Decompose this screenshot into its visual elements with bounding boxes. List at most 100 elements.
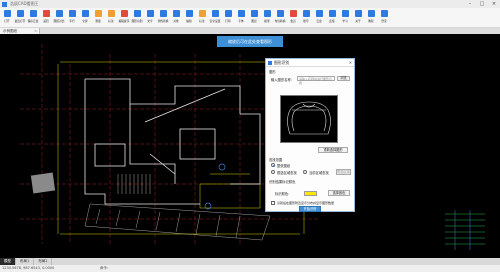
toolbar-label: 布局转换 bbox=[275, 19, 286, 23]
dialog-title-bar: 图形识别 × bbox=[266, 59, 354, 67]
toolbar-icon bbox=[95, 10, 102, 17]
toolbar-button-14[interactable]: 编辑 bbox=[183, 8, 196, 28]
toolbar-button-23[interactable]: 账号 bbox=[300, 8, 313, 28]
toolbar-label: 教程 bbox=[368, 19, 375, 23]
toolbar-icon bbox=[173, 10, 180, 17]
toolbar-label: 编辑提示 bbox=[119, 19, 130, 23]
status-bar: 1234.5678, 987.6543, 0.0000 命令: bbox=[0, 265, 500, 272]
toolbar-button-11[interactable]: 文字 bbox=[144, 8, 157, 28]
toolbar-button-29[interactable]: 登录 bbox=[378, 8, 391, 28]
toolbar-icon bbox=[199, 10, 206, 17]
toolbar-label: 云盘 bbox=[316, 19, 323, 23]
toolbar-button-1[interactable]: 最近打开 bbox=[14, 8, 27, 28]
toolbar-icon bbox=[303, 10, 310, 17]
toolbar-icon bbox=[134, 10, 141, 17]
toolbar-icon bbox=[17, 10, 24, 17]
toolbar-label: 会员 bbox=[290, 19, 297, 23]
toolbar-button-12[interactable]: 查找替换 bbox=[157, 8, 170, 28]
toolbar-icon bbox=[121, 10, 128, 17]
range-section-label: 查找范围 bbox=[269, 158, 283, 162]
close-icon[interactable]: × bbox=[488, 0, 500, 8]
layout-tab-strip: 模型 布局1 布局2 bbox=[0, 258, 500, 265]
toolbar-icon bbox=[368, 10, 375, 17]
toolbar-button-6[interactable]: 全屏 bbox=[79, 8, 92, 28]
shape-name-label: 输入图形名称： bbox=[271, 78, 295, 82]
shape-name-input[interactable]: 请输入名称并进行图形识别 bbox=[297, 76, 335, 85]
window-controls: – □ × bbox=[464, 0, 500, 8]
toolbar-icon bbox=[108, 10, 115, 17]
window-title: 浩辰CAD看图王 bbox=[10, 1, 39, 6]
toolbar-label: 标注 bbox=[199, 19, 206, 23]
reselect-shape-button[interactable]: 重新选择图形 bbox=[318, 147, 348, 153]
drawing-canvas[interactable] bbox=[0, 34, 500, 258]
toolbar-button-25[interactable]: 反馈 bbox=[326, 8, 339, 28]
choose-color-button[interactable]: 选择颜色 bbox=[328, 190, 350, 196]
toolbar-button-28[interactable]: 教程 bbox=[365, 8, 378, 28]
toolbar-button-8[interactable]: 标注 bbox=[105, 8, 118, 28]
toolbar-button-18[interactable]: 字体 bbox=[235, 8, 248, 28]
marker-color-swatch[interactable] bbox=[304, 191, 317, 196]
range-all-label: 整张图纸 bbox=[277, 164, 291, 168]
toolbar-button-15[interactable]: 标注 bbox=[196, 8, 209, 28]
toolbar-icon bbox=[355, 10, 362, 17]
toolbar-label: 打印 bbox=[225, 19, 232, 23]
tab-layout-2[interactable]: 布局2 bbox=[34, 258, 53, 265]
toolbar-label: 编辑 bbox=[186, 19, 193, 23]
toolbar-button-24[interactable]: 云盘 bbox=[313, 8, 326, 28]
toolbar-icon bbox=[290, 10, 297, 17]
toolbar-button-10[interactable]: 图形识别 bbox=[131, 8, 144, 28]
toolbar-button-5[interactable]: 平行 bbox=[66, 8, 79, 28]
toolbar-button-16[interactable]: 安全设置 bbox=[209, 8, 222, 28]
hint-banner: 缩放后可在此处查看图形 bbox=[217, 36, 283, 47]
toolbar-label: 登录 bbox=[381, 19, 388, 23]
toolbar-button-2[interactable]: 保存云盘 bbox=[27, 8, 40, 28]
toolbar-label: 返回 bbox=[43, 19, 50, 23]
toolbar-icon bbox=[82, 10, 89, 17]
toolbar-button-0[interactable]: 打开 bbox=[1, 8, 14, 28]
range-window-radio[interactable] bbox=[271, 170, 275, 174]
toolbar-label: 打开 bbox=[4, 19, 11, 23]
toolbar-button-22[interactable]: 会员 bbox=[287, 8, 300, 28]
app-logo-icon bbox=[2, 1, 7, 7]
toolbar-button-4[interactable]: 图纸对比 bbox=[53, 8, 66, 28]
toolbar-label: 图纸对比 bbox=[54, 19, 65, 23]
toolbar-button-3[interactable]: 返回 bbox=[40, 8, 53, 28]
toolbar-icon bbox=[251, 10, 258, 17]
toolbar-button-20[interactable]: 模型 bbox=[261, 8, 274, 28]
select-range-button[interactable]: 框选区域 bbox=[336, 169, 351, 175]
tab-layout-1[interactable]: 布局1 bbox=[16, 258, 35, 265]
browse-button[interactable]: 浏览 bbox=[337, 76, 350, 81]
toolbar-icon bbox=[56, 10, 63, 17]
toolbar-button-9[interactable]: 编辑提示 bbox=[118, 8, 131, 28]
toolbar-label: 关于 bbox=[355, 19, 362, 23]
show-distribution-checkbox[interactable] bbox=[271, 201, 275, 205]
tab-model[interactable]: 模型 bbox=[0, 258, 16, 265]
dialog-close-icon[interactable]: × bbox=[349, 60, 352, 65]
toolbar-label: 平行 bbox=[69, 19, 76, 23]
command-line[interactable]: 命令: bbox=[100, 265, 108, 272]
toolbar-button-26[interactable]: 学习 bbox=[339, 8, 352, 28]
file-tab-label: 示例图纸 bbox=[3, 29, 17, 33]
toolbar-label: 字体 bbox=[238, 19, 245, 23]
minimize-icon[interactable]: – bbox=[464, 0, 476, 8]
toolbar-button-21[interactable]: 布局转换 bbox=[274, 8, 287, 28]
toolbar-icon bbox=[69, 10, 76, 17]
toolbar-button-19[interactable]: 图层 bbox=[248, 8, 261, 28]
shape-preview bbox=[280, 95, 338, 143]
shape-recognition-dialog: 图形识别 × 图形 输入图形名称： 请输入名称并进行图形识别 浏览 重新选择图形 bbox=[265, 58, 355, 212]
maximize-icon[interactable]: □ bbox=[476, 0, 488, 8]
toolbar-button-13[interactable]: 对象 bbox=[170, 8, 183, 28]
toolbar-button-27[interactable]: 关于 bbox=[352, 8, 365, 28]
toolbar-icon bbox=[342, 10, 349, 17]
toolbar-icon bbox=[316, 10, 323, 17]
range-all-radio[interactable] bbox=[271, 163, 275, 167]
toolbar-label: 安全设置 bbox=[210, 19, 221, 23]
toolbar-icon bbox=[329, 10, 336, 17]
range-current-radio[interactable] bbox=[303, 170, 307, 174]
toolbar-button-7[interactable]: 测量 bbox=[92, 8, 105, 28]
start-recognition-button[interactable]: 开始识别 bbox=[299, 206, 321, 212]
ribbon-toolbar: 打开 最近打开 保存云盘 返回 图纸对比 平行 全屏 测量 标注 编辑提示 图形识别 文字 查找替换 对象… bbox=[0, 8, 500, 28]
toolbar-label: 学习 bbox=[342, 19, 349, 23]
toolbar-label: 模型 bbox=[264, 19, 271, 23]
toolbar-button-17[interactable]: 打印 bbox=[222, 8, 235, 28]
